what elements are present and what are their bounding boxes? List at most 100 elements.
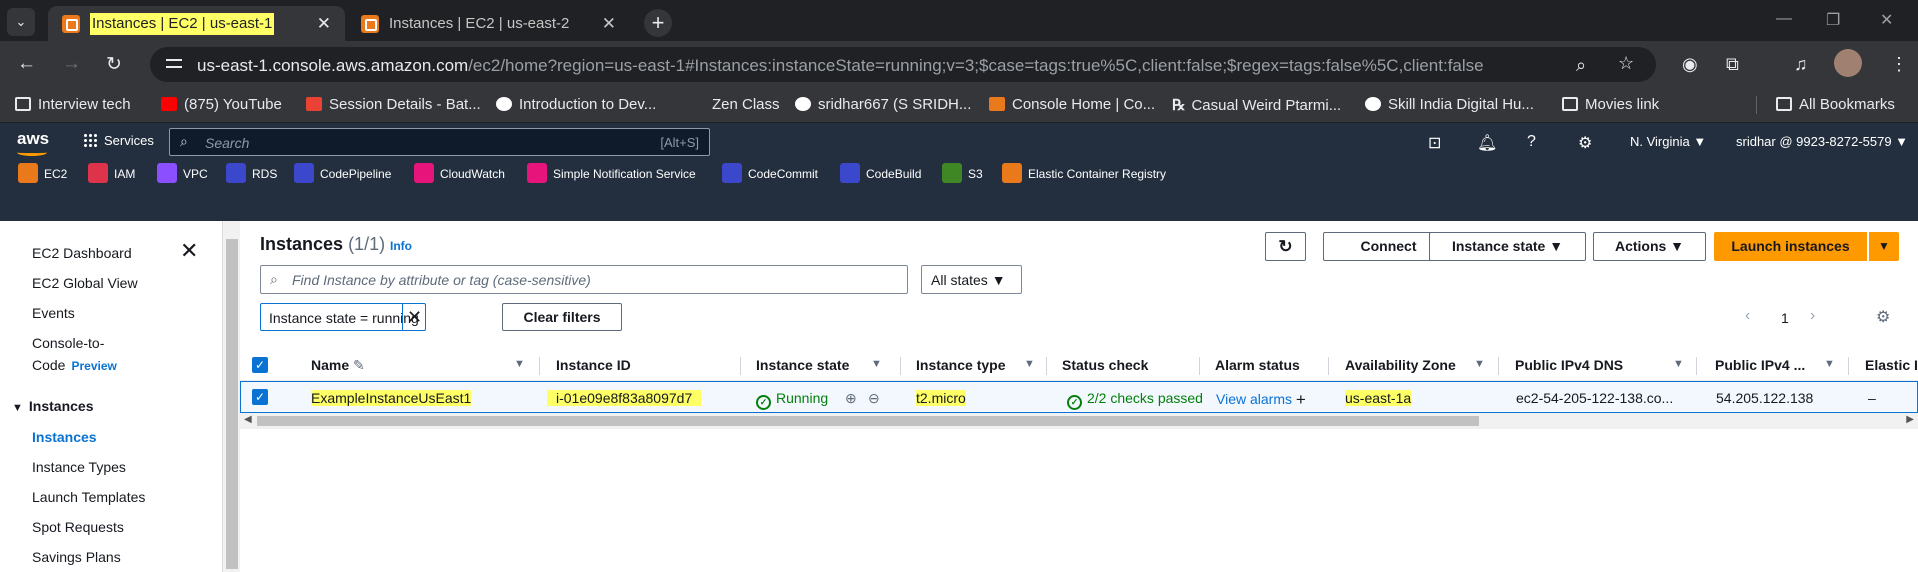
help-icon[interactable]: ?: [1527, 133, 1536, 151]
zoom-icon[interactable]: ⌕: [1576, 55, 1586, 76]
favorite-codecommit[interactable]: CodeCommit: [722, 163, 818, 183]
sidebar-item-events[interactable]: Events: [32, 305, 75, 321]
bookmark-item[interactable]: Console Home | Co...: [989, 96, 1155, 113]
close-tab-icon[interactable]: ✕: [317, 6, 331, 41]
favorite-cloudwatch[interactable]: CloudWatch: [414, 163, 505, 183]
sidebar-item-ec2-global-view[interactable]: EC2 Global View: [32, 275, 138, 291]
select-all-checkbox[interactable]: ✓: [252, 357, 268, 373]
close-tab-icon[interactable]: ✕: [602, 6, 616, 41]
col-public-ipv4-dns[interactable]: Public IPv4 DNS: [1515, 357, 1623, 373]
table-row[interactable]: ✓ ExampleInstanceUsEast1 i-01e09e8f83a80…: [240, 381, 1918, 413]
sidebar-item-console-to-code-2[interactable]: Code Preview: [32, 357, 117, 373]
bookmark-item[interactable]: Movies link: [1562, 96, 1659, 113]
site-info-icon[interactable]: [166, 57, 182, 71]
scroll-right-icon[interactable]: ▶: [1906, 414, 1914, 425]
region-selector[interactable]: N. Virginia ▼: [1630, 134, 1706, 149]
bookmark-item[interactable]: Introduction to Dev...: [496, 96, 656, 113]
zoom-in-icon[interactable]: ⊕: [845, 390, 857, 407]
favorite-codepipeline[interactable]: CodePipeline: [294, 163, 391, 183]
table-settings-gear-icon[interactable]: ⚙: [1876, 307, 1890, 327]
sidebar-item-instance-types[interactable]: Instance Types: [32, 459, 126, 475]
zoom-out-icon[interactable]: ⊖: [868, 390, 880, 407]
media-control-icon[interactable]: ♫: [1794, 54, 1808, 75]
sidebar-item-spot-requests[interactable]: Spot Requests: [32, 519, 124, 535]
close-sidebar-icon[interactable]: ✕: [180, 240, 198, 262]
favorite-iam[interactable]: IAM: [88, 163, 135, 183]
favorite-rds[interactable]: RDS: [226, 163, 277, 183]
col-status-check[interactable]: Status check: [1062, 357, 1148, 373]
sort-caret-icon[interactable]: ▼: [1024, 358, 1035, 370]
aws-search-input[interactable]: ⌕ Search [Alt+S]: [169, 128, 710, 156]
instance-state-button[interactable]: Instance state ▼: [1429, 232, 1586, 261]
url-text[interactable]: us-east-1.console.aws.amazon.com/ec2/hom…: [197, 56, 1484, 76]
col-public-ipv4[interactable]: Public IPv4 ...: [1715, 357, 1805, 373]
column-divider[interactable]: [539, 357, 540, 375]
sidebar-item-ec2-dashboard[interactable]: EC2 Dashboard: [32, 245, 132, 261]
extension-icon[interactable]: ◉: [1682, 54, 1698, 75]
bookmark-item[interactable]: Interview tech: [15, 96, 131, 113]
col-availability-zone[interactable]: Availability Zone: [1345, 357, 1456, 373]
column-divider[interactable]: [900, 357, 901, 375]
aws-logo[interactable]: aws: [17, 129, 49, 156]
next-page-icon[interactable]: ›: [1810, 307, 1815, 325]
settings-gear-icon[interactable]: ⚙: [1578, 133, 1592, 153]
info-link[interactable]: Info: [390, 239, 412, 253]
states-select[interactable]: All states ▼: [921, 265, 1022, 294]
favorite-vpc[interactable]: VPC: [157, 163, 208, 183]
cloudshell-icon[interactable]: ⊡: [1428, 133, 1441, 153]
bookmark-item[interactable]: ℞ Casual Weird Ptarmi...: [1172, 96, 1341, 114]
find-instance-input[interactable]: ⌕ Find Instance by attribute or tag (cas…: [260, 265, 908, 294]
refresh-button[interactable]: ↻: [1265, 232, 1306, 261]
sort-caret-icon[interactable]: ▼: [1673, 358, 1684, 370]
actions-button[interactable]: Actions ▼: [1593, 232, 1706, 261]
page-number[interactable]: 1: [1781, 310, 1789, 326]
column-divider[interactable]: [1199, 357, 1200, 375]
cell-name[interactable]: ExampleInstanceUsEast1: [311, 390, 472, 406]
col-name[interactable]: Name ✎: [311, 357, 365, 374]
sidebar-item-launch-templates[interactable]: Launch Templates: [32, 489, 145, 505]
favorite-codebuild[interactable]: CodeBuild: [840, 163, 921, 183]
sort-caret-icon[interactable]: ▼: [871, 358, 882, 370]
browser-tab-active[interactable]: Instances | EC2 | us-east-1 ✕: [48, 6, 345, 41]
launch-instances-button[interactable]: Launch instances: [1714, 232, 1867, 261]
services-menu[interactable]: Services: [83, 133, 154, 148]
restore-icon[interactable]: ❐: [1826, 10, 1840, 30]
forward-icon[interactable]: →: [62, 53, 81, 75]
new-tab-button[interactable]: +: [644, 9, 672, 37]
favorite-ecr[interactable]: Elastic Container Registry: [1002, 163, 1166, 183]
address-bar[interactable]: us-east-1.console.aws.amazon.com/ec2/hom…: [150, 47, 1656, 82]
menu-icon[interactable]: ⋮: [1890, 54, 1908, 75]
column-divider[interactable]: [1328, 357, 1329, 375]
bookmark-item[interactable]: Skill India Digital Hu...: [1365, 96, 1534, 113]
favorite-ec2[interactable]: EC2: [18, 163, 67, 183]
col-instance-id[interactable]: Instance ID: [556, 357, 631, 373]
browser-tab[interactable]: Instances | EC2 | us-east-2 ✕: [347, 6, 630, 41]
favorite-s3[interactable]: S3: [942, 163, 983, 183]
sidebar-item-savings-plans[interactable]: Savings Plans: [32, 549, 121, 565]
column-divider[interactable]: [1046, 357, 1047, 375]
profile-avatar[interactable]: [1834, 49, 1862, 77]
close-window-icon[interactable]: ✕: [1880, 10, 1893, 30]
bookmark-item[interactable]: Zen Class: [712, 96, 780, 113]
bookmark-item[interactable]: Session Details - Bat...: [306, 96, 481, 113]
cell-alarm-status[interactable]: View alarms +: [1216, 390, 1306, 410]
minimize-icon[interactable]: —: [1776, 10, 1792, 28]
launch-dropdown-button[interactable]: ▼: [1869, 232, 1899, 261]
bookmark-item[interactable]: sridhar667 (S SRIDH...: [795, 96, 971, 113]
col-instance-state[interactable]: Instance state: [756, 357, 849, 373]
scrollbar-thumb[interactable]: [226, 239, 238, 569]
table-horizontal-scrollbar[interactable]: ◀ ▶: [240, 413, 1918, 429]
col-alarm-status[interactable]: Alarm status: [1215, 357, 1300, 373]
scroll-left-icon[interactable]: ◀: [244, 414, 252, 425]
cell-instance-id[interactable]: i-01e09e8f83a8097d7: [547, 390, 702, 406]
sidebar-section-instances[interactable]: ▼ Instances: [12, 398, 93, 414]
bookmark-item[interactable]: (875) YouTube: [161, 96, 282, 113]
remove-filter-icon[interactable]: ✕: [402, 304, 426, 330]
scrollbar-thumb[interactable]: [257, 416, 1479, 426]
col-instance-type[interactable]: Instance type: [916, 357, 1005, 373]
back-icon[interactable]: ←: [17, 53, 36, 75]
sort-caret-icon[interactable]: ▼: [514, 358, 525, 370]
all-bookmarks[interactable]: All Bookmarks: [1776, 96, 1895, 113]
col-elastic-ip[interactable]: Elastic I: [1865, 357, 1918, 373]
tab-search-button[interactable]: ⌄: [7, 8, 35, 36]
